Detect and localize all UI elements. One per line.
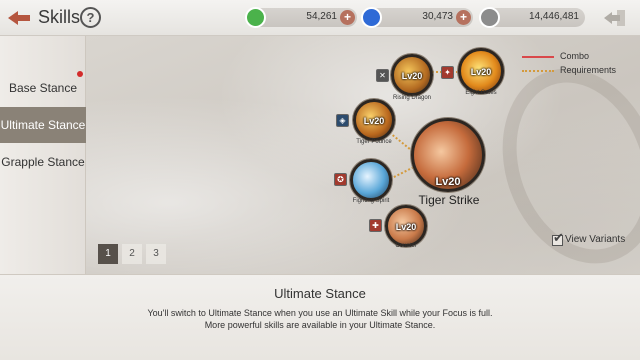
currency-value: 14,446,481 [528,11,579,22]
stance-sidebar: Base Stance Ultimate Stance Grapple Stan… [0,36,86,274]
skill-tiger-pounce[interactable]: Lv20 [353,99,395,141]
notification-dot [77,71,83,77]
help-button[interactable]: ? [80,7,101,28]
tab-grapple-stance[interactable]: Grapple Stance [0,144,86,180]
skill-type-icon: ✦ [441,66,454,79]
view-variants-label: View Variants [565,234,626,245]
currency-blue: 30,473 + [361,7,473,28]
currency-green: 54,261 + [245,7,357,28]
add-currency-button[interactable]: + [340,10,355,25]
tab-base-stance[interactable]: Base Stance [0,70,86,106]
checkmark-icon: ✔ [553,230,564,245]
skill-eight-gates[interactable]: Lv20 [458,48,504,94]
green-coin-icon [245,7,266,28]
page-title: Skills [38,7,81,27]
skill-tiger-strike[interactable]: Lv20 [411,118,485,192]
skill-type-icon: ✪ [334,173,347,186]
description-title: Ultimate Stance [274,286,366,301]
stance-description-panel: Ultimate Stance You'll switch to Ultimat… [0,274,640,360]
skill-fighting-spirit[interactable] [350,159,392,201]
skill-label: Tiger Pounce [356,139,392,145]
skill-tree-area: Combo Requirements ✕ Lv20 Rising Dragon … [86,36,640,274]
page-button-1[interactable]: 1 [98,244,118,264]
skill-type-icon: ✕ [376,69,389,82]
skill-rising-dragon[interactable]: Lv20 [391,54,433,96]
description-line-1: You'll switch to Ultimate Stance when yo… [147,308,493,318]
skill-type-icon: ✚ [369,219,382,232]
blue-gem-icon [361,7,382,28]
top-bar: Skills ? 54,261 + 30,473 + 14,446,481 [0,0,640,36]
skill-label: Rising Dragon [392,95,432,101]
skill-label: Counter [395,243,417,249]
description-line-2: More powerful skills are available in yo… [204,320,436,330]
tab-ultimate-stance[interactable]: Ultimate Stance [0,107,86,143]
skill-type-icon: ◈ [336,114,349,127]
back-arrow-icon[interactable] [6,8,32,28]
currency-silver: 14,446,481 [479,7,585,28]
exit-icon[interactable] [603,9,627,27]
silver-coin-icon [479,7,500,28]
add-currency-button[interactable]: + [456,10,471,25]
currency-value: 30,473 [422,11,453,22]
skill-counter[interactable]: Lv20 [385,205,427,247]
skill-label: Eight Gates [465,90,497,96]
page-button-3[interactable]: 3 [146,244,166,264]
skill-label: Tiger Strike [418,193,480,207]
currency-value: 54,261 [306,11,337,22]
page-button-2[interactable]: 2 [122,244,142,264]
skill-label: Fighting Spirit [352,198,390,204]
